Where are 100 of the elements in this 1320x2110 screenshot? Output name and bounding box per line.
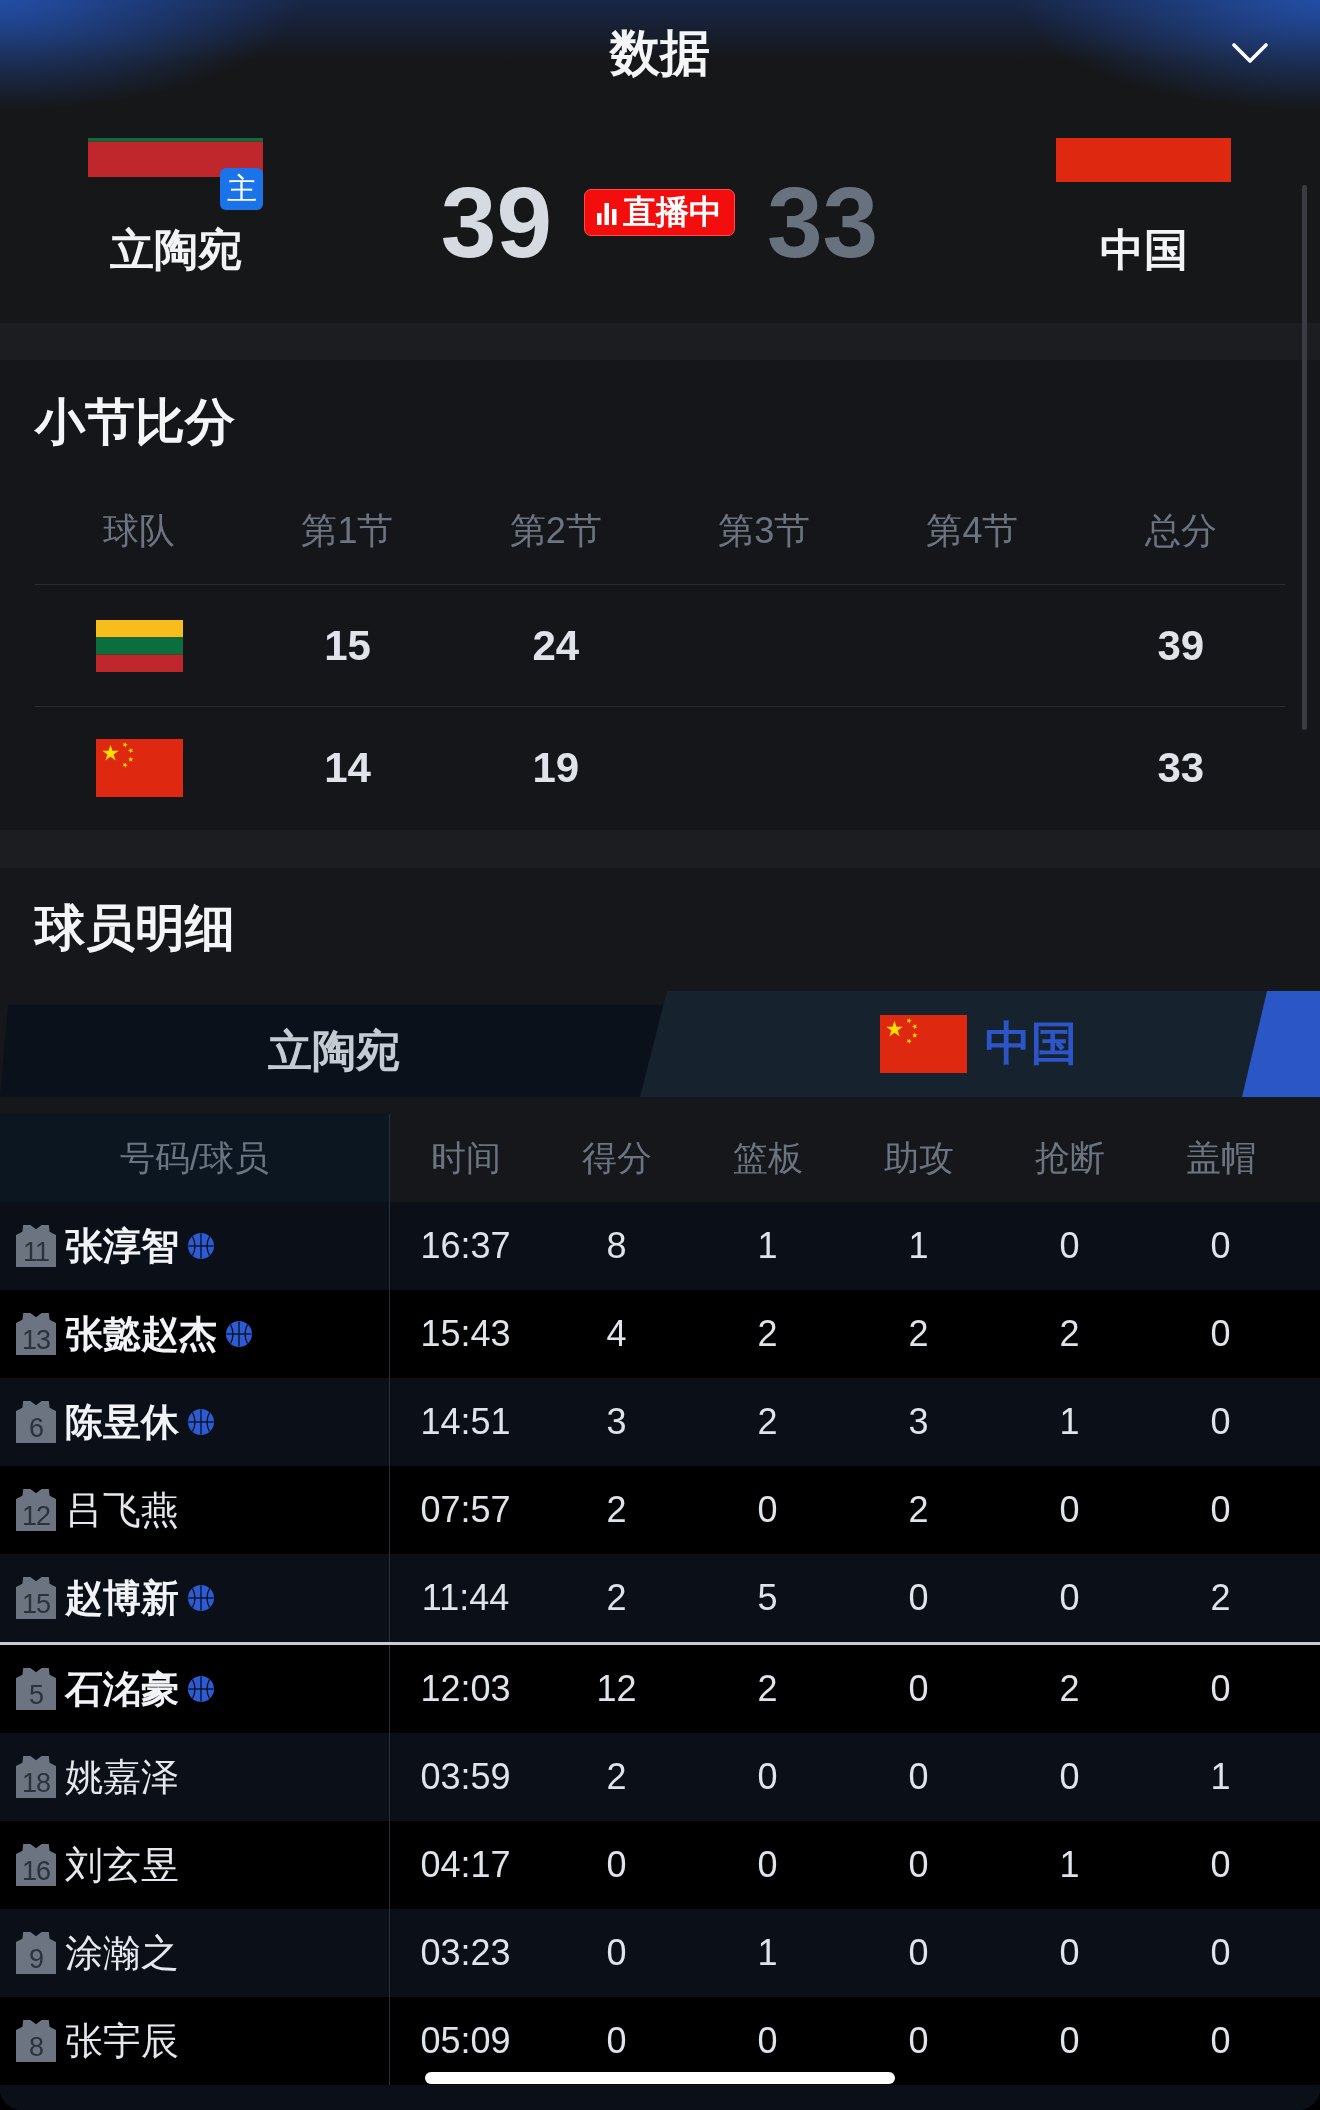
table-cell-text: 2 xyxy=(605,1489,628,1531)
team-name: 中国 xyxy=(1099,225,1188,275)
player-name: 刘玄昱 xyxy=(65,1842,179,1888)
table-cell-text: 0 xyxy=(907,1844,930,1886)
jersey-number: 16 xyxy=(16,1844,56,1886)
table-cell-text: 0 xyxy=(907,1756,930,1798)
jersey-number: 8 xyxy=(16,2020,56,2062)
column-header: 得分 xyxy=(580,1136,653,1179)
table-cell-text: 12 xyxy=(595,1668,638,1710)
table-cell-text: 16:37 xyxy=(419,1225,512,1267)
jersey-number: 15 xyxy=(16,1577,56,1619)
table-cell-text: 1 xyxy=(1058,1401,1081,1443)
table-cell-text: 2 xyxy=(605,1756,628,1798)
table-cell-text: 0 xyxy=(907,2020,930,2062)
table-cell-text: 0 xyxy=(1058,1577,1081,1619)
chevron-down-icon xyxy=(1232,43,1268,63)
table-cell-text: 0 xyxy=(907,1932,930,1974)
table-cell-text: 0 xyxy=(1058,1932,1081,1974)
table-cell-text: 0 xyxy=(605,1932,628,1974)
table-cell-text: 0 xyxy=(1058,1756,1081,1798)
flag-icon xyxy=(1056,138,1231,182)
collapse-button[interactable] xyxy=(1230,40,1270,66)
table-cell-text: 0 xyxy=(1209,1489,1232,1531)
bar-chart-icon xyxy=(597,200,617,225)
jersey-number: 11 xyxy=(16,1225,56,1267)
column-header: 号码/球员 xyxy=(0,1114,390,1202)
table-cell-text: 1 xyxy=(1209,1756,1232,1798)
jersey-number: 13 xyxy=(16,1313,56,1355)
page-title: 数据 xyxy=(610,24,710,83)
player-name: 赵博新 xyxy=(65,1575,179,1621)
table-cell-text: 0 xyxy=(1209,1932,1232,1974)
live-label: 直播中 xyxy=(623,192,722,232)
player-name: 陈昱休 xyxy=(65,1399,179,1445)
table-cell-text: 0 xyxy=(756,1489,779,1531)
table-cell: 33 xyxy=(1157,744,1205,792)
table-cell-text: 0 xyxy=(1209,1668,1232,1710)
table-cell-text: 1 xyxy=(1058,1844,1081,1886)
column-header: 盖帽 xyxy=(1184,1136,1257,1179)
table-cell-text: 05:09 xyxy=(419,2020,512,2062)
table-cell-text: 0 xyxy=(1209,1313,1232,1355)
table-cell-text: 2 xyxy=(1058,1313,1081,1355)
column-header: 第1节 xyxy=(301,509,394,553)
player-name: 张宇辰 xyxy=(65,2018,179,2064)
table-cell-text: 0 xyxy=(1058,2020,1081,2062)
table-cell-text: 0 xyxy=(907,1577,930,1619)
player-name: 石洺豪 xyxy=(65,1666,179,1712)
team-name: 立陶宛 xyxy=(109,225,242,275)
column-header: 总分 xyxy=(1144,509,1217,553)
column-header: 第2节 xyxy=(509,509,602,553)
table-cell-text: 0 xyxy=(1209,1225,1232,1267)
column-header: 抢断 xyxy=(1033,1136,1106,1179)
table-cell-text: 0 xyxy=(756,1844,779,1886)
table-cell-text: 4 xyxy=(605,1313,628,1355)
jersey-number: 18 xyxy=(16,1756,56,1798)
player-name: 吕飞燕 xyxy=(65,1487,179,1533)
table-cell-text: 2 xyxy=(907,1313,930,1355)
player-name: 张懿赵杰 xyxy=(65,1311,217,1357)
section-title: 球员明细 xyxy=(35,903,235,953)
column-header: 时间 xyxy=(429,1136,502,1179)
table-cell-text: 8 xyxy=(605,1225,628,1267)
table-cell-text: 11:44 xyxy=(420,1577,511,1619)
section-title: 小节比分 xyxy=(35,398,235,446)
table-cell-text: 1 xyxy=(756,1932,779,1974)
player-name: 张淳智 xyxy=(65,1223,179,1269)
table-cell-text: 0 xyxy=(1209,2020,1232,2062)
table-cell-text: 3 xyxy=(605,1401,628,1443)
table-cell-text: 2 xyxy=(605,1577,628,1619)
table-cell-text: 0 xyxy=(756,2020,779,2062)
table-cell: 15 xyxy=(324,621,371,670)
table-cell-text: 2 xyxy=(756,1401,779,1443)
table-cell-text: 0 xyxy=(1058,1225,1081,1267)
table-cell-text: 14:51 xyxy=(419,1401,512,1443)
table-cell-text: 03:23 xyxy=(419,1932,512,1974)
table-cell-text: 0 xyxy=(605,1844,628,1886)
column-header: 第4节 xyxy=(926,509,1019,553)
table-cell-text: 0 xyxy=(1209,1401,1232,1443)
table-cell-text: 15:43 xyxy=(419,1313,512,1355)
home-badge: 主 xyxy=(220,168,263,210)
table-cell-text: 04:17 xyxy=(419,1844,512,1886)
table-cell: 39 xyxy=(1157,621,1205,670)
table-cell: 19 xyxy=(532,744,580,792)
table-cell-text: 03:59 xyxy=(419,1756,512,1798)
column-header: 第3节 xyxy=(718,509,811,553)
table-cell: 24 xyxy=(532,621,580,670)
table-cell-text: 1 xyxy=(756,1225,779,1267)
table-cell-text: 0 xyxy=(756,1756,779,1798)
table-cell-text: 1 xyxy=(907,1225,930,1267)
column-header: 篮板 xyxy=(731,1136,804,1179)
jersey-number: 5 xyxy=(16,1668,56,1710)
table-cell-text: 0 xyxy=(907,1668,930,1710)
table-cell-text: 0 xyxy=(605,2020,628,2062)
table-cell-text: 2 xyxy=(756,1313,779,1355)
column-header: 助攻 xyxy=(882,1136,955,1179)
table-cell-text: 12:03 xyxy=(419,1668,512,1710)
column-header: 球队 xyxy=(103,509,176,553)
team-score: 33 xyxy=(767,172,879,272)
table-cell: 14 xyxy=(324,744,371,792)
player-name: 姚嘉泽 xyxy=(65,1754,179,1800)
team-score: 39 xyxy=(440,172,552,272)
flag-icon xyxy=(95,739,183,797)
